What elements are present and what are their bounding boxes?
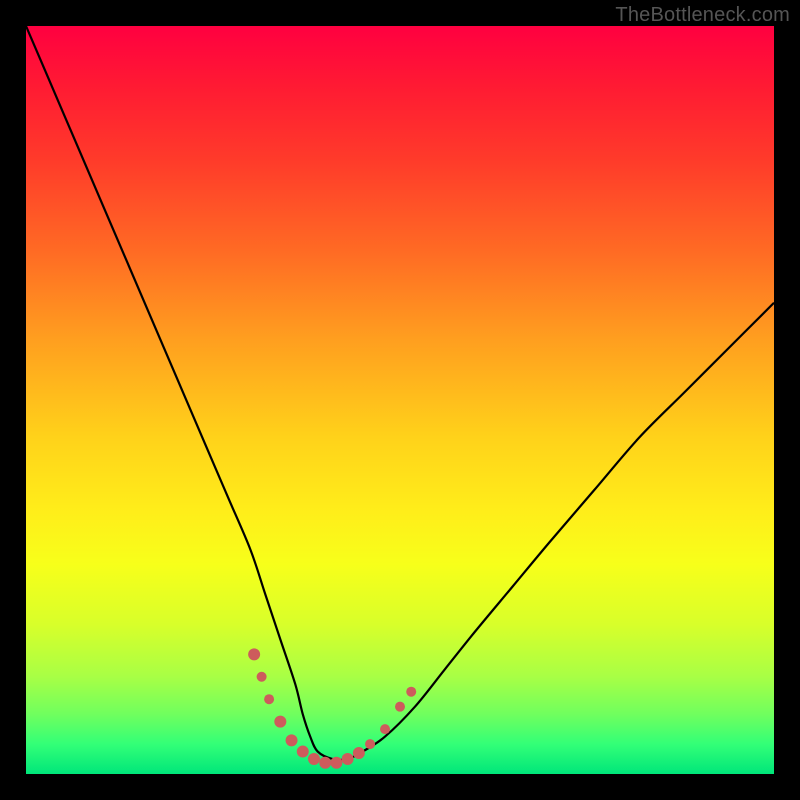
curve-layer (26, 26, 774, 774)
curve-marker (330, 757, 342, 769)
curve-marker (274, 716, 286, 728)
watermark-text: TheBottleneck.com (615, 4, 790, 27)
curve-marker (319, 757, 331, 769)
bottleneck-curve (26, 26, 774, 760)
curve-marker (257, 672, 267, 682)
chart-frame: TheBottleneck.com (0, 0, 800, 800)
curve-marker (406, 687, 416, 697)
curve-markers (248, 648, 416, 768)
curve-marker (264, 694, 274, 704)
curve-marker (297, 746, 309, 758)
curve-marker (248, 648, 260, 660)
curve-marker (342, 753, 354, 765)
curve-marker (380, 724, 390, 734)
curve-marker (395, 702, 405, 712)
curve-marker (365, 739, 375, 749)
curve-marker (353, 747, 365, 759)
curve-marker (308, 753, 320, 765)
curve-marker (286, 734, 298, 746)
